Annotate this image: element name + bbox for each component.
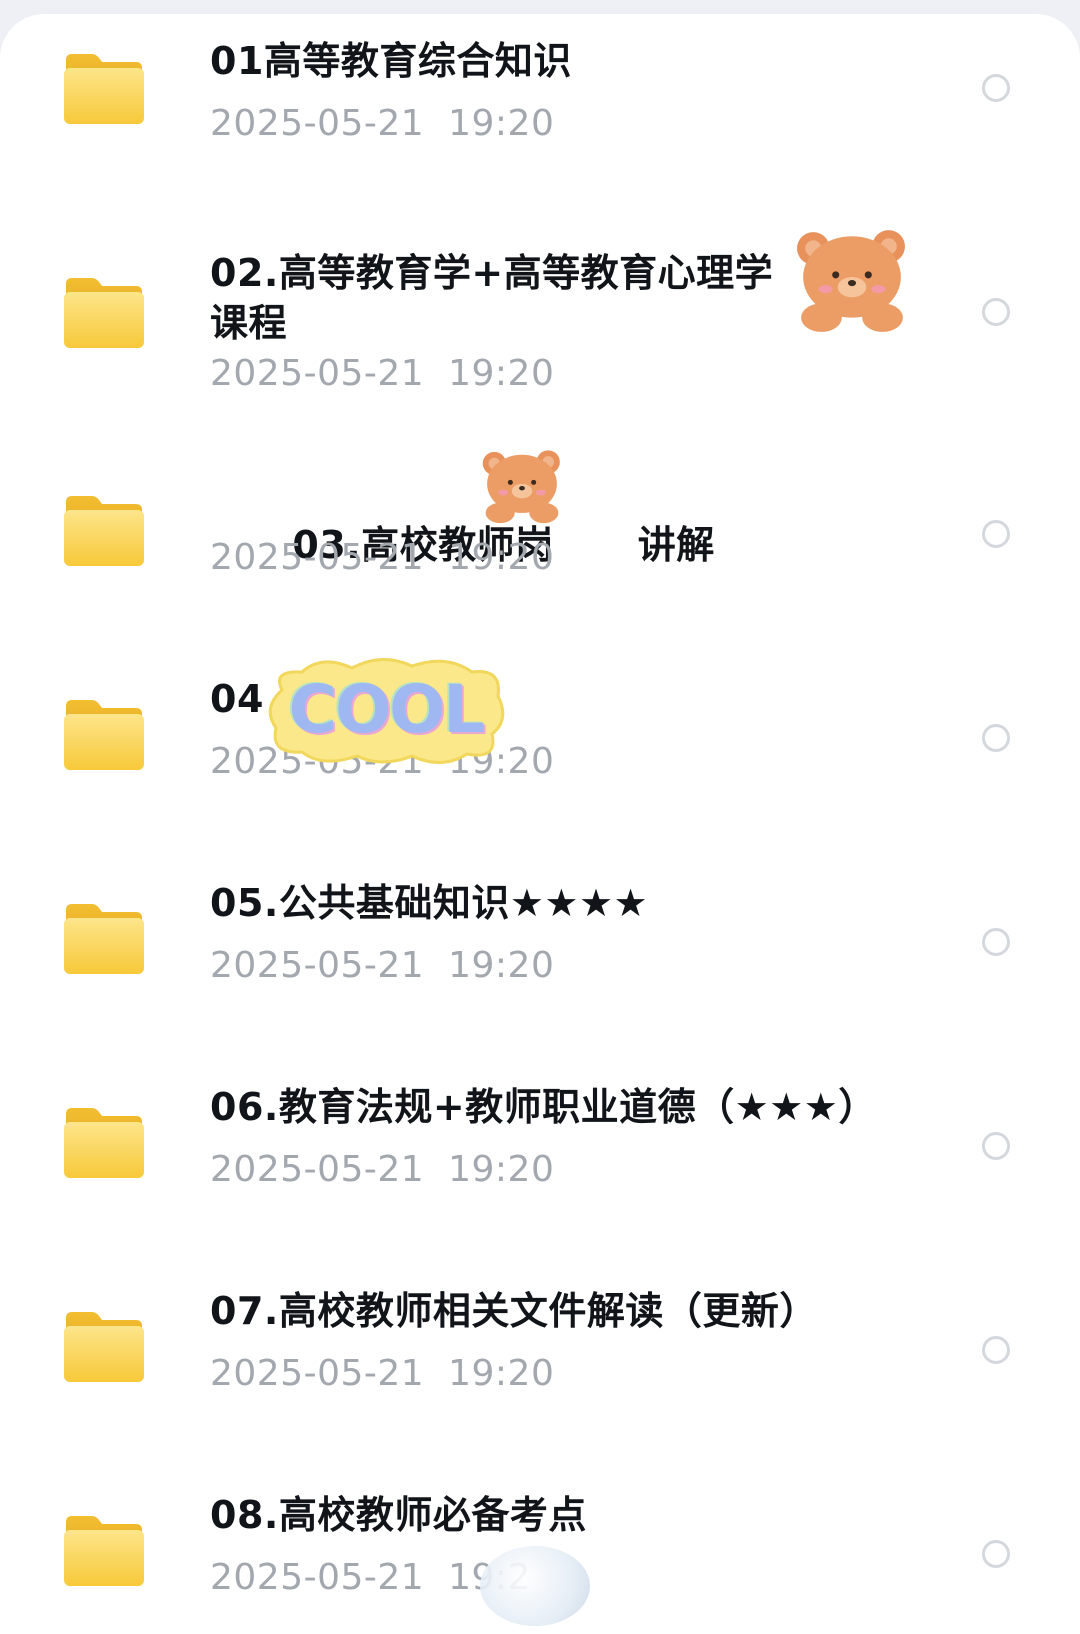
file-name: 05.公共基础知识★★★★ [210,881,649,925]
radio-circle-icon[interactable] [982,1132,1010,1160]
list-item[interactable]: 03.高校教师岗 讲解 2025-05-21 19:20 [0,446,1080,650]
file-name: 01高等教育综合知识 [210,39,572,83]
radio-circle-icon[interactable] [982,1336,1010,1364]
list-item[interactable]: 02.高等教育学+高等教育心理学 课程 2025-05-21 19:20 [0,224,1080,446]
radio-circle-icon[interactable] [982,928,1010,956]
folder-icon [62,492,146,570]
cool-sticker: COOL [262,650,510,770]
file-name: 06.教育法规+教师职业道德（★★★） [210,1085,877,1129]
folder-icon [62,1512,146,1590]
file-name: 07.高校教师相关文件解读（更新） [210,1289,818,1333]
file-name-end: 讲解 [637,523,715,567]
modified-time: 2025-05-21 19:20 [210,1149,555,1190]
folder-icon [62,274,146,352]
list-item[interactable]: 01高等教育综合知识 2025-05-21 19:20 [0,14,1080,224]
folder-icon [62,1104,146,1182]
folder-icon [62,900,146,978]
list-item[interactable]: 05.公共基础知识★★★★ 2025-05-21 19:20 [0,854,1080,1058]
cool-sticker-text: COOL [288,671,486,748]
folder-icon [62,50,146,128]
radio-circle-icon[interactable] [982,74,1010,102]
bear-sticker-icon [478,446,566,526]
list-item[interactable]: 04 2025-05-21 19:20 COOL [0,650,1080,854]
bear-sticker-icon [790,224,914,336]
modified-time: 2025-05-21 19:20 [210,537,555,578]
file-name: 08.高校教师必备考点 [210,1493,587,1537]
modified-time: 2025-05-21 19:20 [210,1353,555,1394]
folder-icon [62,696,146,774]
modified-time: 2025-05-21 19:20 [210,945,555,986]
list-item[interactable]: 07.高校教师相关文件解读（更新） 2025-05-21 19:20 [0,1262,1080,1466]
radio-circle-icon[interactable] [982,520,1010,548]
list-item[interactable]: 06.教育法规+教师职业道德（★★★） 2025-05-21 19:20 [0,1058,1080,1262]
floating-bubble[interactable] [480,1546,590,1626]
file-list-panel: 01高等教育综合知识 2025-05-21 19:20 02.高等教育学+高等教… [0,14,1080,1634]
list-item[interactable]: 08.高校教师必备考点 2025-05-21 19:2 [0,1466,1080,1634]
radio-circle-icon[interactable] [982,724,1010,752]
folder-icon [62,1308,146,1386]
radio-circle-icon[interactable] [982,298,1010,326]
radio-circle-icon[interactable] [982,1540,1010,1568]
modified-time: 2025-05-21 19:20 [210,353,555,394]
modified-time: 2025-05-21 19:20 [210,103,555,144]
